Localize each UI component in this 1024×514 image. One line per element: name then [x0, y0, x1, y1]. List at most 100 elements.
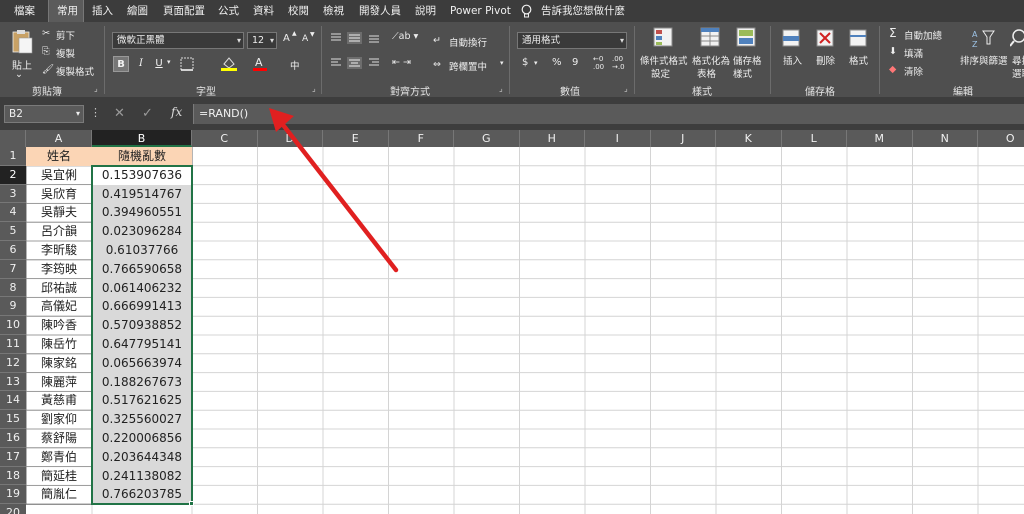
- column-header-n[interactable]: N: [912, 130, 978, 147]
- tab-draw[interactable]: 繪圖: [127, 0, 148, 22]
- find-select-button-line2[interactable]: 選取: [1012, 66, 1024, 80]
- row-header-19[interactable]: 19: [0, 485, 26, 505]
- cell-name[interactable]: 邱祐誠: [26, 279, 92, 298]
- row-header-3[interactable]: 3: [0, 184, 26, 204]
- cell-name[interactable]: 蔡舒陽: [26, 429, 92, 448]
- fill-color-icon[interactable]: [220, 55, 238, 71]
- paste-icon[interactable]: [10, 28, 34, 56]
- tab-power-pivot[interactable]: Power Pivot: [450, 0, 511, 22]
- underline-dropdown-icon[interactable]: ▾: [167, 58, 171, 66]
- tab-file[interactable]: 檔案: [14, 0, 35, 22]
- increase-decimal-icon[interactable]: ←0.00: [593, 55, 604, 71]
- column-header-i[interactable]: I: [585, 130, 651, 147]
- format-cells-button[interactable]: 格式: [849, 53, 868, 67]
- tab-home[interactable]: 常用: [48, 0, 84, 22]
- cell-styles-button-line2[interactable]: 樣式: [733, 66, 752, 80]
- delete-cells-button[interactable]: 刪除: [816, 53, 835, 67]
- conditional-formatting-icon[interactable]: [653, 27, 675, 49]
- delete-cells-icon[interactable]: [815, 28, 837, 48]
- column-header-e[interactable]: E: [323, 130, 389, 147]
- insert-cells-button[interactable]: 插入: [783, 53, 802, 67]
- conditional-formatting-button[interactable]: 條件式格式: [640, 53, 688, 67]
- tell-me-search[interactable]: 告訴我您想做什麼: [541, 0, 625, 22]
- cut-icon[interactable]: ✂: [42, 28, 50, 39]
- cell-name[interactable]: 簡延桂: [26, 467, 92, 486]
- more-options-icon[interactable]: ⋮: [90, 106, 101, 119]
- cell-name[interactable]: 陳吟香: [26, 316, 92, 335]
- currency-button[interactable]: $: [522, 57, 528, 68]
- cell-name[interactable]: 簡胤仁: [26, 485, 92, 504]
- row-header-5[interactable]: 5: [0, 222, 26, 241]
- indent-icons[interactable]: ⇤ ⇥: [392, 57, 411, 68]
- font-launcher-icon[interactable]: ⌟: [312, 84, 316, 93]
- row-header-18[interactable]: 18: [0, 466, 26, 486]
- decrease-decimal-icon[interactable]: .00 →.0: [612, 55, 625, 71]
- tab-developer[interactable]: 開發人員: [359, 0, 401, 22]
- column-header-g[interactable]: G: [454, 130, 520, 147]
- copy-icon[interactable]: ⎘: [42, 46, 50, 57]
- format-painter-button[interactable]: 複製格式: [56, 64, 94, 78]
- cell-styles-button[interactable]: 儲存格: [733, 53, 762, 67]
- column-header-h[interactable]: H: [519, 130, 585, 147]
- fill-icon[interactable]: ⬇: [889, 46, 897, 57]
- wrap-text-icon[interactable]: ↵: [433, 35, 441, 46]
- row-header-4[interactable]: 4: [0, 203, 26, 223]
- row-header-16[interactable]: 16: [0, 429, 26, 448]
- enter-button[interactable]: ✓: [142, 106, 153, 121]
- grow-font-button[interactable]: A: [283, 33, 290, 44]
- fill-handle[interactable]: [189, 501, 194, 507]
- borders-icon[interactable]: [180, 57, 196, 71]
- cell-name[interactable]: 吳靜夫: [26, 203, 92, 222]
- alignment-launcher-icon[interactable]: ⌟: [499, 84, 503, 93]
- paste-dropdown-icon[interactable]: ⌄: [15, 69, 23, 80]
- cell-name[interactable]: 陳家銘: [26, 354, 92, 373]
- cancel-button[interactable]: ✕: [114, 106, 125, 121]
- column-header-m[interactable]: M: [847, 130, 913, 147]
- row-header-1[interactable]: 1: [0, 147, 26, 166]
- formula-input[interactable]: =RAND(): [193, 104, 1024, 124]
- tab-help[interactable]: 說明: [415, 0, 436, 22]
- header-cell-name[interactable]: 姓名: [26, 147, 92, 166]
- column-header-f[interactable]: F: [388, 130, 454, 147]
- cell-name[interactable]: 鄭青伯: [26, 448, 92, 467]
- tab-page-layout[interactable]: 頁面配置: [163, 0, 205, 22]
- insert-function-button[interactable]: fx: [171, 105, 182, 119]
- column-header-d[interactable]: D: [257, 130, 323, 147]
- cell-styles-icon[interactable]: [736, 27, 758, 49]
- column-header-o[interactable]: O: [978, 130, 1024, 147]
- row-header-9[interactable]: 9: [0, 297, 26, 317]
- row-header-7[interactable]: 7: [0, 259, 26, 279]
- cell-name[interactable]: 高儀妃: [26, 297, 92, 316]
- cell-name[interactable]: 吳宜俐: [26, 166, 92, 185]
- row-header-2[interactable]: 2: [0, 165, 26, 185]
- format-painter-icon[interactable]: 🖌: [42, 64, 54, 75]
- tab-view[interactable]: 檢視: [323, 0, 344, 22]
- clipboard-launcher-icon[interactable]: ⌟: [94, 84, 98, 93]
- column-header-b[interactable]: B: [92, 130, 192, 147]
- font-color-icon[interactable]: A: [252, 55, 268, 71]
- vertical-align-icons[interactable]: [329, 32, 389, 44]
- merge-dropdown-icon[interactable]: ▾: [500, 59, 504, 67]
- cell-name[interactable]: 呂介韻: [26, 222, 92, 241]
- format-as-table-button[interactable]: 格式化為: [692, 53, 730, 67]
- comma-button[interactable]: 9: [572, 57, 578, 68]
- font-name-select[interactable]: 微軟正黑體 ▾: [112, 32, 244, 49]
- row-header-8[interactable]: 8: [0, 278, 26, 298]
- cut-button[interactable]: 剪下: [56, 28, 75, 42]
- cell-name[interactable]: 劉家仰: [26, 410, 92, 429]
- copy-button[interactable]: 複製: [56, 46, 75, 60]
- tab-review[interactable]: 校閱: [288, 0, 309, 22]
- cell-name[interactable]: 李筠映: [26, 260, 92, 279]
- percent-button[interactable]: %: [552, 57, 562, 68]
- header-cell-random[interactable]: 隨機亂數: [92, 147, 192, 166]
- orientation-icon[interactable]: ⟋ab ▾: [392, 31, 418, 42]
- tab-data[interactable]: 資料: [253, 0, 274, 22]
- currency-dropdown-icon[interactable]: ▾: [534, 59, 538, 67]
- row-header-11[interactable]: 11: [0, 335, 26, 354]
- cell-name[interactable]: 陳岳竹: [26, 335, 92, 354]
- phonetic-button[interactable]: 中: [290, 58, 300, 72]
- cell-name[interactable]: 黃慈甫: [26, 391, 92, 410]
- name-box[interactable]: B2 ▾: [4, 105, 84, 123]
- fill-button[interactable]: 填滿: [904, 46, 923, 60]
- find-select-button[interactable]: 尋找: [1012, 53, 1024, 67]
